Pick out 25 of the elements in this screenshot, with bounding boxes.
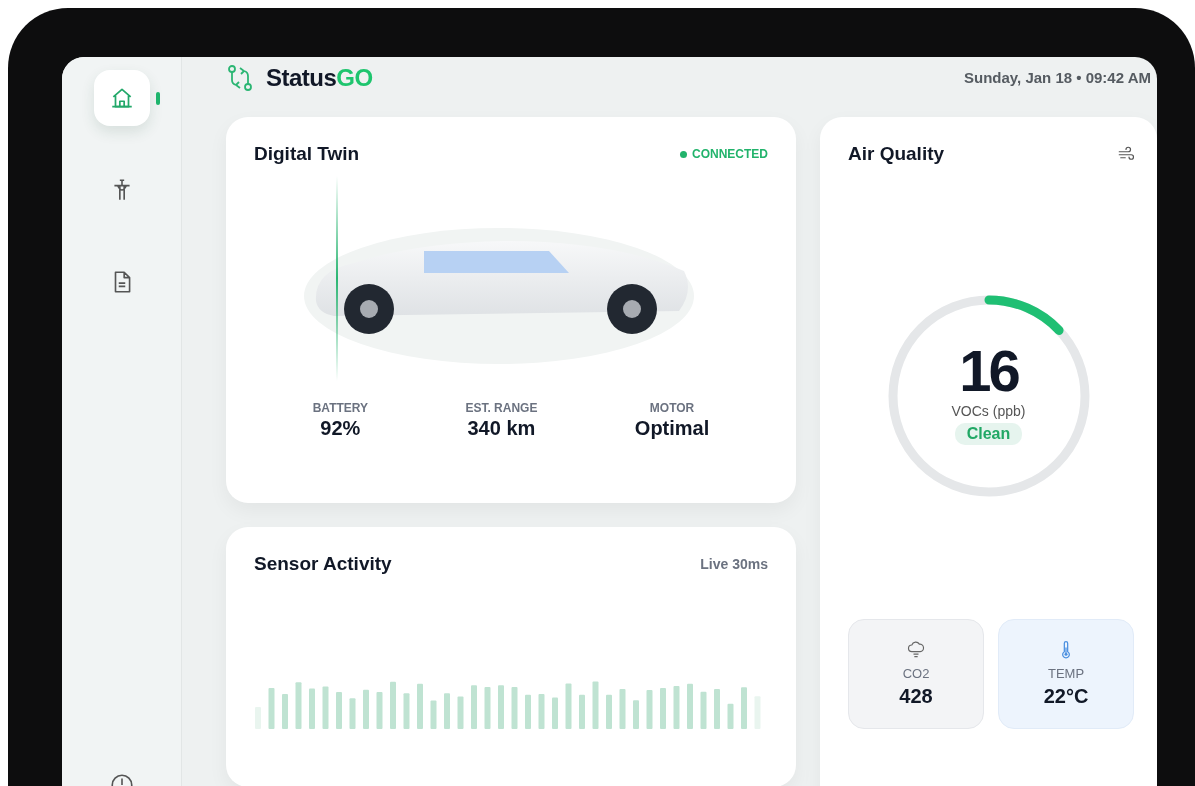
date-time: Sunday, Jan 18 • 09:42 AM	[964, 69, 1151, 86]
cloud-icon	[906, 640, 926, 660]
active-indicator	[155, 91, 160, 105]
tile-value: 428	[899, 685, 933, 708]
logo-icon	[226, 63, 254, 92]
card-title: Digital Twin	[254, 143, 360, 165]
nav-button[interactable]	[93, 70, 150, 126]
tile-label: TEMP	[1047, 666, 1085, 681]
brand-name: StatusGO	[266, 63, 373, 92]
gauge-unit: VOCs (ppb)	[951, 403, 1026, 419]
wind-icon	[1117, 145, 1135, 163]
gauge-value: 16	[959, 341, 1018, 401]
card-title: Air Quality	[848, 143, 945, 165]
stat-value: 340 km	[467, 417, 536, 440]
live-label: Live 30ms	[700, 556, 768, 572]
tile-value: 22°C	[1043, 685, 1089, 708]
stat-value: Optimal	[634, 417, 710, 440]
stat-label: MOTOR	[649, 401, 695, 415]
stat-label: BATTERY	[312, 401, 369, 415]
stat-value: 92%	[320, 417, 361, 440]
stat-label: EST. RANGE	[465, 401, 538, 415]
card-title: Sensor Activity	[254, 553, 392, 575]
tile-label: CO2	[902, 666, 930, 681]
connection-status: CONNECTED	[680, 147, 768, 161]
status-badge: Clean	[954, 423, 1023, 445]
